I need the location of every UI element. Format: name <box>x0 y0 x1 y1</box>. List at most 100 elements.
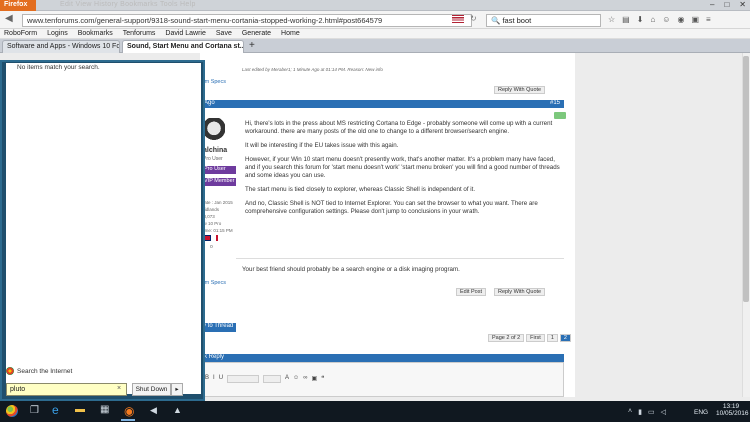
online-status-icon <box>554 112 566 119</box>
user-rank: Pro User <box>203 156 223 162</box>
clear-search-icon[interactable]: × <box>117 385 121 392</box>
color-icon[interactable]: A <box>285 375 289 383</box>
editor-toolbar: B I U A ☺ ∞ ▣ ❝ <box>205 375 324 383</box>
page-2-button[interactable]: 2 <box>559 334 571 342</box>
minimize-icon[interactable]: – <box>710 0 714 9</box>
signature-divider <box>236 258 564 259</box>
size-select[interactable] <box>263 375 282 383</box>
system-tray: ˄ ▮ ▭ ◁ <box>628 408 666 416</box>
addon-icon[interactable]: ▣ <box>691 15 699 24</box>
bookmark-item[interactable]: Tenforums <box>123 30 156 37</box>
shield-icon[interactable]: ◉ <box>677 15 684 24</box>
scrollbar-thumb[interactable] <box>743 56 749 302</box>
bookmark-item[interactable]: Generate <box>242 30 271 37</box>
back-icon[interactable]: ◀ <box>5 13 13 24</box>
smiley-icon[interactable]: ☺ <box>293 375 299 383</box>
pro-user-badge: Pro User <box>200 166 236 174</box>
signature: Your best friend should probably be a se… <box>242 266 460 273</box>
firefox-icon[interactable]: ◉ <box>124 404 134 418</box>
store-icon[interactable]: ▦ <box>100 404 109 415</box>
volume-icon[interactable]: ◁ <box>661 408 666 416</box>
post-paragraph: However, if your Win 10 start menu doesn… <box>245 156 560 179</box>
local-time: Time: 01:15 PM <box>201 228 233 233</box>
username[interactable]: alchina <box>203 147 227 154</box>
start-search-value: pluto <box>10 386 26 393</box>
tab-sound-start-menu[interactable]: Sound, Start Menu and Cortana st... <box>122 40 244 53</box>
italic-icon[interactable]: I <box>213 375 215 383</box>
toolbar-icons: ☆ ▤ ⬇ ⌂ ☺ ◉ ▣ ≡ <box>608 15 711 24</box>
search-box[interactable]: 🔍 fast boot <box>486 14 601 27</box>
active-app-indicator <box>121 419 135 421</box>
refresh-icon[interactable]: ↻ <box>470 14 477 23</box>
reply-to-thread-button[interactable]: y to Thread <box>200 323 236 332</box>
page-info[interactable]: Page 2 of 2 <box>488 334 525 342</box>
post-paragraph: And no, Classic Shell is NOT tied to Int… <box>245 200 538 215</box>
no-results-text: No items match your search. <box>17 64 100 71</box>
edit-note: Last edited by Meraber1; 1 Minute Ago at… <box>242 67 383 72</box>
post-paragraph: Hi, there's lots in the press about MS r… <box>245 120 553 135</box>
bold-icon[interactable]: B <box>205 375 209 383</box>
app-icon[interactable]: ▲ <box>173 405 182 415</box>
home-icon[interactable]: ⌂ <box>650 15 655 24</box>
post-number[interactable]: #15 <box>550 100 560 106</box>
underline-icon[interactable]: U <box>219 375 223 383</box>
post-date: Ago <box>204 100 215 106</box>
network-icon[interactable]: ▮ <box>638 408 642 416</box>
edit-post-button[interactable]: Edit Post <box>456 288 487 296</box>
pagination: Page 2 of 2 First 1 2 <box>488 334 571 342</box>
menu-bar[interactable]: Edit View History Bookmarks Tools Help <box>60 1 196 8</box>
tray-arrow-icon[interactable]: ˄ <box>628 408 632 416</box>
post-body: Hi, there's lots in the press about MS r… <box>245 120 560 222</box>
clock[interactable]: 13:19 10/05/2016 <box>716 403 749 417</box>
bookmark-item[interactable]: Save <box>216 30 232 37</box>
edge-icon[interactable]: e <box>52 403 59 417</box>
chat-icon[interactable]: ☺ <box>662 15 670 24</box>
start-button[interactable] <box>6 405 18 417</box>
england-flag-icon <box>212 235 222 241</box>
start-menu-results <box>6 63 201 394</box>
language-indicator[interactable]: ENG <box>694 409 708 416</box>
bookmark-item[interactable]: David Lawrie <box>165 30 205 37</box>
clock-time: 13:19 <box>722 403 740 410</box>
font-select[interactable] <box>227 375 260 383</box>
image-icon[interactable]: ▣ <box>311 375 317 383</box>
firefox-menu-button[interactable]: Firefox <box>0 0 36 11</box>
window-controls[interactable]: – □ ✕ <box>710 0 746 9</box>
bookmark-item[interactable]: Bookmarks <box>78 30 113 37</box>
link-icon[interactable]: ∞ <box>303 375 307 383</box>
bookmark-item[interactable]: RoboForm <box>4 30 37 37</box>
url-bar[interactable]: www.tenforums.com/general-support/9318-s… <box>22 14 472 27</box>
new-tab-button[interactable]: + <box>249 40 255 51</box>
bookmark-item[interactable]: Logins <box>47 30 68 37</box>
start-search-input[interactable]: pluto <box>6 383 127 396</box>
quote-icon[interactable]: ❝ <box>321 375 324 383</box>
menu-icon[interactable]: ≡ <box>706 15 711 24</box>
download-icon[interactable]: ⬇ <box>637 15 644 24</box>
maximize-icon[interactable]: □ <box>724 0 729 9</box>
battery-icon[interactable]: ▭ <box>648 408 655 416</box>
close-icon[interactable]: ✕ <box>739 0 746 9</box>
reply-with-quote-button[interactable]: Reply With Quote <box>494 288 546 296</box>
join-date: Date : Jan 2015 <box>201 200 233 205</box>
reply-with-quote-button[interactable]: Reply With Quote <box>494 86 546 94</box>
avatar[interactable] <box>203 118 225 144</box>
bookmarks-bar: RoboForm Logins Bookmarks Tenforums Davi… <box>0 29 750 39</box>
file-explorer-icon[interactable]: ▬ <box>75 404 85 415</box>
bookmark-item[interactable]: Home <box>281 30 300 37</box>
post-paragraph: It will be interesting if the EU takes i… <box>245 142 399 149</box>
page-1-button[interactable]: 1 <box>546 334 558 342</box>
star-icon[interactable]: ☆ <box>608 15 615 24</box>
tab-software-apps[interactable]: Software and Apps - Windows 10 For... <box>2 40 120 53</box>
us-flag-icon <box>452 15 464 23</box>
shutdown-options-button[interactable]: ▸ <box>171 383 183 396</box>
page-gutter <box>575 53 742 397</box>
clipboard-icon[interactable]: ▤ <box>622 15 630 24</box>
task-view-icon[interactable]: ❐ <box>30 405 39 416</box>
gender-icon: o <box>210 244 213 250</box>
search-internet-link[interactable]: Search the Internet <box>17 368 72 375</box>
sound-icon[interactable]: ◀ <box>150 405 157 416</box>
search-icon: 🔍 <box>491 16 503 25</box>
first-page-button[interactable]: First <box>526 334 545 342</box>
shutdown-button[interactable]: Shut Down <box>132 383 171 396</box>
clock-date: 10/05/2016 <box>716 410 749 417</box>
